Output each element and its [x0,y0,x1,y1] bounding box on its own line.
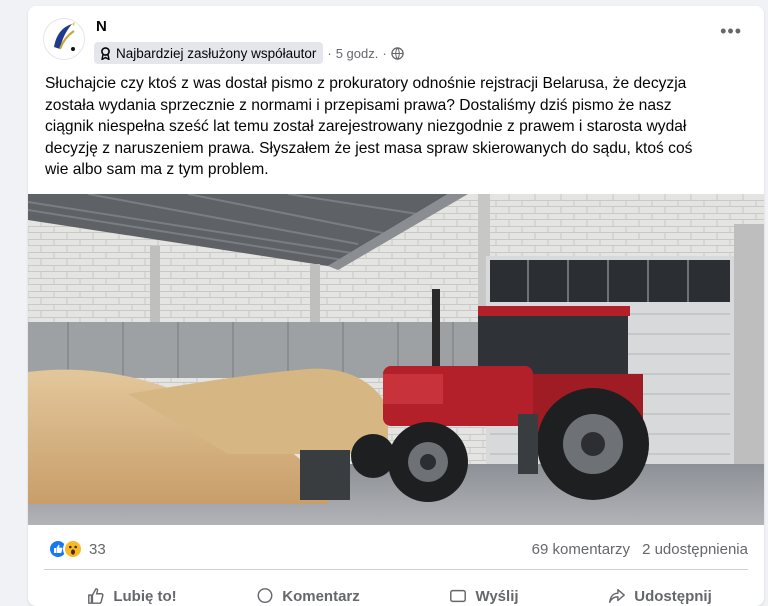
comments-count[interactable]: 69 komentarzy [532,541,630,558]
author-name[interactable]: N [96,18,107,35]
comment-button-label: Komentarz [282,587,360,605]
share-button-label: Udostępnij [634,587,712,605]
meta-separator: · [327,45,332,61]
send-icon [450,589,467,603]
send-button[interactable]: Wyślij [396,578,572,606]
shares-count[interactable]: 2 udostępnienia [642,541,748,558]
post-photo[interactable] [28,194,764,525]
award-ribbon-icon [101,46,110,60]
thumbs-up-icon [88,588,104,604]
comment-button[interactable]: Komentarz [220,578,396,606]
wow-emoji-icon [63,539,83,559]
post-text: Słuchajcie czy ktoś z was dostał pismo z… [45,75,693,178]
like-button[interactable]: Lubię to! [44,578,220,606]
like-button-label: Lubię to! [113,587,177,605]
post-stats: 33 69 komentarzy 2 udostępnienia [48,538,748,560]
send-button-label: Wyślij [475,587,519,605]
post-meta: Najbardziej zasłużony współautor · 5 god… [94,42,404,64]
more-horizontal-icon[interactable]: ••• [720,22,742,40]
comment-bubble-icon [257,588,273,604]
avatar-feather-icon [54,22,75,51]
share-button[interactable]: Udostępnij [572,578,748,606]
globe-icon[interactable] [390,46,404,60]
stats-divider [44,569,748,570]
post-card: N Najbardziej zasłużony współautor · 5 g… [28,6,764,606]
badge-label: Najbardziej zasłużony współautor [116,45,317,61]
contributor-badge[interactable]: Najbardziej zasłużony współautor [94,42,324,64]
reaction-count: 33 [89,540,106,558]
author-avatar[interactable] [43,18,85,60]
share-arrow-icon [609,588,626,604]
post-time[interactable]: 5 godz. [336,46,379,61]
reactions-summary[interactable]: 33 [48,539,106,559]
meta-separator: · [382,45,387,61]
post-actions: Lubię to! Komentarz Wyślij Udostępnij [44,578,748,606]
